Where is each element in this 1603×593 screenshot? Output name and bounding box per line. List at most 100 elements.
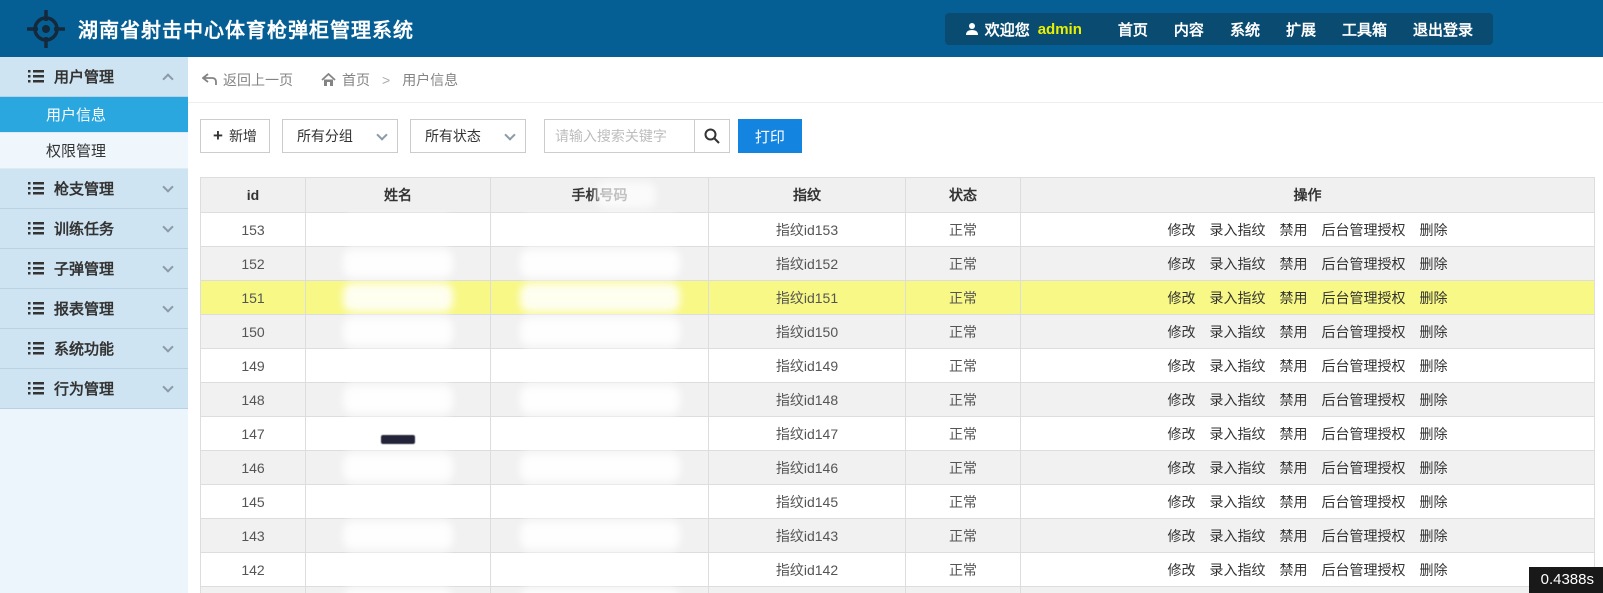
top-nav-item[interactable]: 系统 <box>1230 22 1260 39</box>
row-action-link[interactable]: 修改 <box>1168 526 1196 546</box>
row-action-link[interactable]: 后台管理授权 <box>1322 458 1406 478</box>
row-action-link[interactable]: 录入指纹 <box>1210 356 1266 376</box>
top-nav-item[interactable]: 工具箱 <box>1342 22 1387 39</box>
row-action-link[interactable]: 删除 <box>1420 560 1448 580</box>
row-action-link[interactable]: 修改 <box>1168 390 1196 410</box>
cell-id: 149 <box>200 348 306 383</box>
row-action-link[interactable]: 修改 <box>1168 220 1196 240</box>
row-action-link[interactable]: 录入指纹 <box>1210 458 1266 478</box>
row-action-link[interactable]: 禁用 <box>1280 390 1308 410</box>
sidebar-item[interactable]: 用户管理 <box>0 57 188 97</box>
cell-fingerprint: 指纹id142 <box>708 552 906 587</box>
status-filter-select[interactable]: 所有状态 <box>409 119 526 153</box>
row-action-link[interactable]: 录入指纹 <box>1210 322 1266 342</box>
row-action-link[interactable]: 修改 <box>1168 322 1196 342</box>
sidebar-item[interactable]: 行为管理 <box>0 369 188 409</box>
row-action-link[interactable]: 录入指纹 <box>1210 560 1266 580</box>
row-action-link[interactable]: 禁用 <box>1280 220 1308 240</box>
row-action-link[interactable]: 后台管理授权 <box>1322 254 1406 274</box>
cell-id: 147 <box>200 416 306 451</box>
username-link[interactable]: admin <box>1038 21 1082 38</box>
row-action-link[interactable]: 禁用 <box>1280 356 1308 376</box>
row-action-link[interactable]: 后台管理授权 <box>1322 560 1406 580</box>
row-action-link[interactable]: 后台管理授权 <box>1322 322 1406 342</box>
row-action-link[interactable]: 录入指纹 <box>1210 220 1266 240</box>
print-button[interactable]: 打印 <box>737 119 802 153</box>
row-action-link[interactable]: 删除 <box>1420 254 1448 274</box>
add-button[interactable]: + 新增 <box>200 119 270 153</box>
row-action-link[interactable]: 修改 <box>1168 560 1196 580</box>
row-action-link[interactable]: 录入指纹 <box>1210 526 1266 546</box>
redaction-blur <box>343 453 453 482</box>
top-nav-item[interactable]: 扩展 <box>1286 22 1316 39</box>
row-action-link[interactable]: 后台管理授权 <box>1322 390 1406 410</box>
row-action-link[interactable]: 删除 <box>1420 220 1448 240</box>
list-menu-icon <box>28 182 44 195</box>
row-action-link[interactable]: 删除 <box>1420 458 1448 478</box>
sidebar-item[interactable]: 报表管理 <box>0 289 188 329</box>
row-action-link[interactable]: 禁用 <box>1280 560 1308 580</box>
row-action-link[interactable]: 禁用 <box>1280 322 1308 342</box>
cell-name <box>305 314 491 349</box>
row-action-link[interactable]: 录入指纹 <box>1210 390 1266 410</box>
row-action-link[interactable]: 删除 <box>1420 288 1448 308</box>
row-action-link[interactable]: 修改 <box>1168 458 1196 478</box>
row-action-link[interactable]: 禁用 <box>1280 288 1308 308</box>
redaction-blur <box>519 419 680 448</box>
row-action-link[interactable]: 修改 <box>1168 492 1196 512</box>
row-action-link[interactable]: 禁用 <box>1280 458 1308 478</box>
row-action-link[interactable]: 后台管理授权 <box>1322 356 1406 376</box>
table-row: 151 指纹id151 正常 修改 录入指纹 禁用 后台管理授权 删除 <box>200 280 1595 315</box>
row-action-link[interactable]: 禁用 <box>1280 492 1308 512</box>
row-action-link[interactable]: 修改 <box>1168 254 1196 274</box>
sidebar-item[interactable]: 系统功能 <box>0 329 188 369</box>
cell-actions: 修改 录入指纹 禁用 后台管理授权 删除 <box>1020 280 1595 315</box>
row-action-link[interactable]: 删除 <box>1420 390 1448 410</box>
redaction-blur <box>519 589 680 593</box>
row-action-link[interactable]: 禁用 <box>1280 254 1308 274</box>
cell-status: 正常 <box>905 518 1021 553</box>
breadcrumb-home-link[interactable]: 首页 <box>321 70 370 90</box>
sidebar-subitem[interactable]: 用户信息 <box>0 97 188 133</box>
row-action-link[interactable]: 删除 <box>1420 492 1448 512</box>
row-action-link[interactable]: 录入指纹 <box>1210 424 1266 444</box>
row-action-link[interactable]: 后台管理授权 <box>1322 220 1406 240</box>
group-filter-select[interactable]: 所有分组 <box>281 119 398 153</box>
back-to-previous-link[interactable]: 返回上一页 <box>202 70 293 90</box>
top-nav-item[interactable]: 内容 <box>1174 22 1204 39</box>
row-action-link[interactable]: 删除 <box>1420 526 1448 546</box>
sidebar-item[interactable]: 子弹管理 <box>0 249 188 289</box>
table-row: 143 指纹id143 正常 修改 录入指纹 禁用 后台管理授权 删除 <box>200 518 1595 553</box>
redaction-blur <box>343 521 453 550</box>
row-action-link[interactable]: 后台管理授权 <box>1322 424 1406 444</box>
sidebar-subitem[interactable]: 权限管理 <box>0 133 188 169</box>
row-action-link[interactable]: 删除 <box>1420 424 1448 444</box>
cell-id: 150 <box>200 314 306 349</box>
cell-id: 146 <box>200 450 306 485</box>
sidebar-item[interactable]: 枪支管理 <box>0 169 188 209</box>
sidebar-item[interactable]: 训练任务 <box>0 209 188 249</box>
row-action-link[interactable]: 后台管理授权 <box>1322 526 1406 546</box>
chevron-icon <box>162 341 174 353</box>
redaction-blur <box>519 487 680 516</box>
row-action-link[interactable]: 录入指纹 <box>1210 254 1266 274</box>
row-action-link[interactable]: 后台管理授权 <box>1322 492 1406 512</box>
redaction-blur <box>519 351 680 380</box>
row-action-link[interactable]: 录入指纹 <box>1210 492 1266 512</box>
row-action-link[interactable]: 删除 <box>1420 356 1448 376</box>
row-action-link[interactable]: 禁用 <box>1280 424 1308 444</box>
cell-status: 正常 <box>905 382 1021 417</box>
top-nav-item[interactable]: 首页 <box>1118 22 1148 39</box>
row-action-link[interactable]: 修改 <box>1168 424 1196 444</box>
search-button[interactable] <box>693 119 730 153</box>
row-action-link[interactable]: 后台管理授权 <box>1322 288 1406 308</box>
row-action-link[interactable]: 删除 <box>1420 322 1448 342</box>
top-nav-item[interactable]: 退出登录 <box>1413 22 1473 39</box>
row-action-link[interactable]: 录入指纹 <box>1210 288 1266 308</box>
row-action-link[interactable]: 禁用 <box>1280 526 1308 546</box>
search-input[interactable] <box>543 119 694 153</box>
row-action-link[interactable]: 修改 <box>1168 288 1196 308</box>
cell-phone <box>490 382 709 417</box>
redaction-dark-mark <box>381 435 415 445</box>
row-action-link[interactable]: 修改 <box>1168 356 1196 376</box>
